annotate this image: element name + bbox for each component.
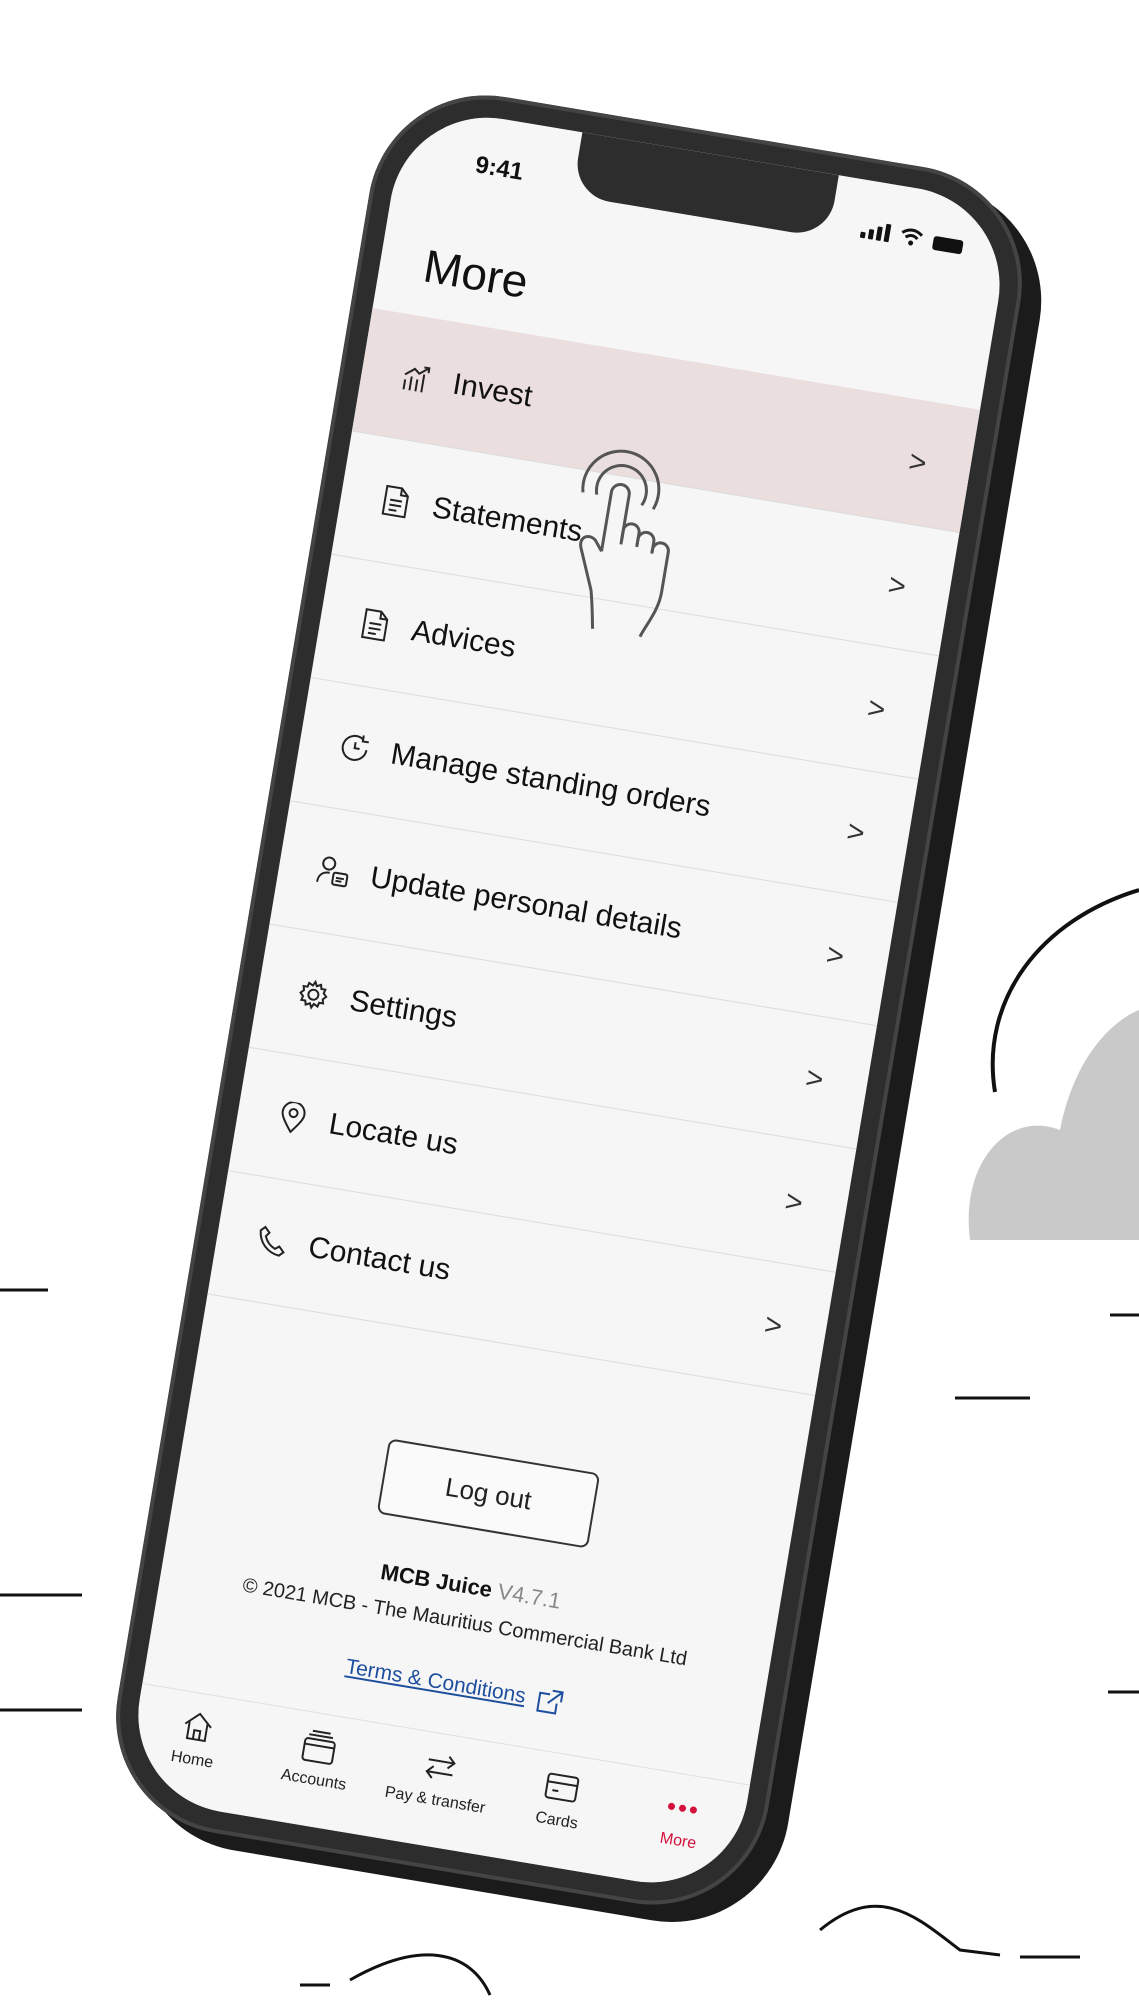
chevron-right-icon: > — [906, 444, 930, 481]
more-dots-icon: ••• — [664, 1790, 703, 1826]
tab-more[interactable]: ••• More — [622, 1780, 741, 1859]
chevron-right-icon: > — [885, 568, 909, 604]
external-link-icon[interactable] — [535, 1687, 565, 1717]
tab-home[interactable]: Home — [136, 1699, 255, 1778]
tab-pay-transfer[interactable]: Pay & transfer — [379, 1740, 498, 1819]
terms-conditions-link[interactable]: Terms & Conditions — [344, 1655, 527, 1708]
tab-label: Pay & transfer — [383, 1783, 487, 1818]
chevron-right-icon: > — [782, 1184, 806, 1221]
chevron-right-icon: > — [823, 938, 847, 974]
tab-accounts[interactable]: Accounts — [258, 1719, 377, 1798]
menu-item-label: Invest — [450, 367, 535, 414]
document-icon — [376, 482, 415, 521]
user-card-icon — [314, 852, 353, 891]
app-version: V4.7.1 — [495, 1578, 563, 1614]
wifi-icon — [901, 228, 924, 246]
phone-icon — [253, 1222, 292, 1261]
tab-cards[interactable]: Cards — [501, 1760, 620, 1839]
logout-button[interactable]: Log out — [376, 1438, 601, 1549]
chevron-right-icon: > — [761, 1307, 785, 1344]
home-icon — [179, 1705, 217, 1748]
clock-refresh-icon — [335, 729, 374, 768]
battery-icon — [931, 235, 964, 255]
gear-icon — [294, 975, 333, 1014]
tap-gesture-icon — [579, 449, 670, 638]
menu-item-label: Locate us — [326, 1107, 461, 1162]
signal-icon — [859, 220, 892, 243]
accounts-icon — [299, 1725, 339, 1768]
menu-item-label: Advices — [409, 614, 519, 665]
menu-item-label: Manage standing orders — [388, 737, 714, 824]
menu-item-label: Settings — [347, 984, 460, 1035]
invest-chart-icon — [397, 359, 436, 398]
status-icons — [859, 220, 965, 255]
tab-label: Cards — [534, 1808, 579, 1833]
tab-label: More — [658, 1829, 698, 1853]
chevron-right-icon: > — [844, 814, 868, 851]
page-title: More — [420, 239, 532, 308]
phone-notch — [571, 132, 839, 239]
chevron-right-icon: > — [865, 691, 888, 727]
location-pin-icon — [273, 1098, 312, 1137]
menu-item-label: Update personal details — [367, 860, 685, 946]
chevron-right-icon: > — [803, 1061, 826, 1097]
transfer-arrows-icon — [421, 1746, 461, 1789]
document-icon — [356, 605, 395, 644]
tab-label: Accounts — [279, 1766, 348, 1794]
status-time: 9:41 — [473, 151, 526, 186]
tab-label: Home — [169, 1747, 215, 1772]
app-name: MCB Juice — [378, 1558, 495, 1603]
menu-item-label: Contact us — [305, 1230, 453, 1287]
card-icon — [542, 1766, 582, 1809]
